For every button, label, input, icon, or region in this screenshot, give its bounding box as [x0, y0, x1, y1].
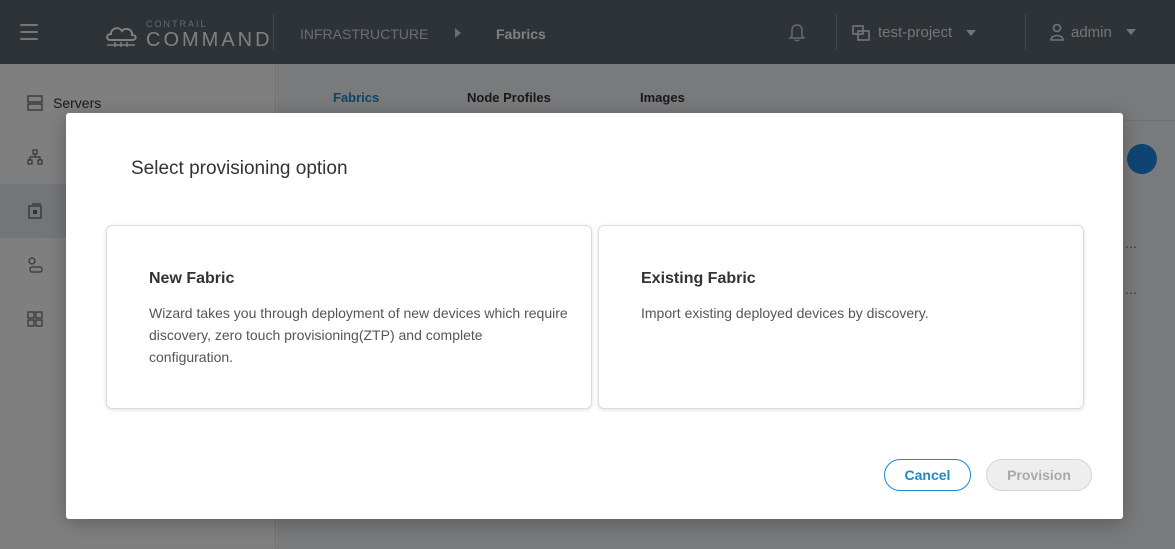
provisioning-dialog: Select provisioning option New Fabric Wi… — [66, 113, 1123, 519]
option-description: Wizard takes you through deployment of n… — [149, 305, 568, 365]
dialog-title: Select provisioning option — [131, 158, 348, 179]
existing-fabric-option[interactable]: Existing Fabric Import existing deployed… — [598, 225, 1084, 409]
provision-button[interactable]: Provision — [986, 459, 1092, 491]
option-description: Import existing deployed devices by disc… — [641, 305, 929, 321]
option-title: Existing Fabric — [641, 270, 756, 287]
option-title: New Fabric — [149, 270, 235, 287]
new-fabric-option[interactable]: New Fabric Wizard takes you through depl… — [106, 225, 592, 409]
cancel-button[interactable]: Cancel — [884, 459, 971, 491]
